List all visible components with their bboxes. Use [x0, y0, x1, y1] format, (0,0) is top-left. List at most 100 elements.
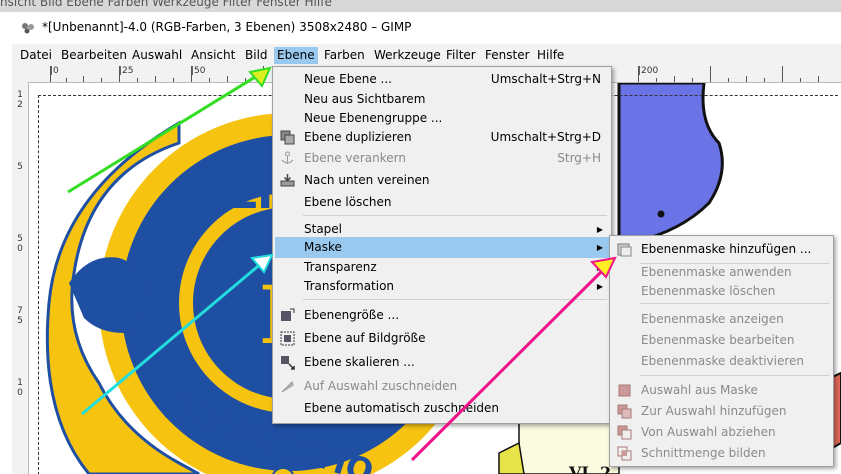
menu-auswahl[interactable]: Auswahl	[129, 47, 185, 64]
menu-item-neu-aus-sichtbarem[interactable]: Neu aus Sichtbarem	[275, 89, 609, 110]
ruler-label: |25	[119, 66, 134, 76]
menu-item-transparenz[interactable]: Transparenz ▶	[275, 257, 609, 278]
menu-item-label: Von Auswahl abziehen	[641, 425, 776, 439]
menu-separator	[303, 299, 607, 300]
menu-item-label: Ebenenmaske deaktivieren	[641, 354, 805, 368]
menu-separator	[640, 303, 829, 304]
menu-separator	[640, 375, 829, 376]
ruler-tick	[764, 78, 765, 82]
menu-item-label: Zur Auswahl hinzufügen	[641, 404, 787, 418]
menu-item-ebenenmaske-hinzufuegen[interactable]: Ebenenmaske hinzufügen ...	[612, 239, 831, 260]
menu-bar: Datei Bearbeiten Auswahl Ansicht Bild Eb…	[12, 44, 841, 66]
ruler-label: 7	[17, 306, 23, 316]
add-to-selection-icon	[617, 404, 632, 419]
map-region-yellow	[498, 441, 525, 474]
menu-item-label: Ebenenmaske hinzufügen ...	[641, 242, 812, 256]
ruler-label: 0	[17, 244, 23, 254]
ruler-tick	[101, 78, 102, 82]
menu-item-label: Transparenz	[304, 260, 377, 274]
vertical-ruler[interactable]: 1 2 5 5 0 7 5 1 0	[12, 82, 29, 474]
ruler-tick	[263, 66, 264, 82]
menu-item-label: Ebenenmaske anzeigen	[641, 312, 784, 326]
menu-item-ebene-verankern[interactable]: Ebene verankern Strg+H	[275, 148, 609, 169]
layer-menu-dropdown: Neue Ebene ... Umschalt+Strg+N Neu aus S…	[272, 66, 612, 424]
menu-item-neue-ebene[interactable]: Neue Ebene ... Umschalt+Strg+N	[275, 69, 609, 90]
ruler-label: 1	[17, 378, 23, 388]
menu-item-label: Neu aus Sichtbarem	[304, 92, 426, 106]
subtract-from-selection-icon	[617, 425, 632, 440]
ruler-tick	[245, 78, 246, 82]
mask-to-selection-icon	[618, 384, 631, 397]
ruler-tick	[119, 66, 120, 82]
menu-item-ebene-loeschen[interactable]: Ebene löschen	[275, 192, 609, 213]
menu-bild[interactable]: Bild	[242, 47, 271, 64]
title-bar: *[Unbenannt]-4.0 (RGB-Farben, 3 Ebenen) …	[12, 12, 841, 44]
menu-item-auswahl-aus-maske[interactable]: Auswahl aus Maske	[612, 380, 831, 401]
layer-to-image-size-icon	[280, 331, 295, 346]
menu-ansicht[interactable]: Ansicht	[188, 47, 238, 64]
menu-hilfe[interactable]: Hilfe	[534, 47, 567, 64]
menu-item-label: Ebene löschen	[304, 195, 392, 209]
menu-item-nach-unten-vereinen[interactable]: Nach unten vereinen	[275, 170, 609, 191]
menu-item-label: Ebene verankern	[304, 151, 406, 165]
menu-item-neue-ebenengruppe[interactable]: Neue Ebenengruppe ...	[275, 108, 609, 129]
menu-item-label: Ebenenmaske bearbeiten	[641, 333, 795, 347]
ruler-tick	[173, 78, 174, 82]
menu-item-ebenenmaske-deaktivieren[interactable]: Ebenenmaske deaktivieren	[612, 351, 831, 372]
menu-separator	[303, 215, 607, 216]
ruler-tick	[209, 78, 210, 82]
duplicate-layer-icon	[280, 130, 295, 145]
anchor-icon	[281, 151, 294, 164]
ruler-tick	[50, 66, 51, 82]
menu-ebene[interactable]: Ebene	[274, 47, 318, 64]
menu-item-ebene-skalieren[interactable]: Ebene skalieren ...	[275, 352, 609, 373]
menu-item-label: Ebene skalieren ...	[304, 355, 415, 369]
add-mask-icon	[617, 243, 632, 257]
ruler-tick	[656, 78, 657, 82]
menu-item-ebene-duplizieren[interactable]: Ebene duplizieren Umschalt+Strg+D	[275, 127, 609, 148]
menu-werkzeuge[interactable]: Werkzeuge	[371, 47, 444, 64]
menu-item-auf-auswahl-zuschneiden[interactable]: Auf Auswahl zuschneiden	[275, 376, 609, 397]
ruler-tick	[83, 76, 84, 82]
ruler-tick	[800, 78, 801, 82]
menu-item-schnittmenge-bilden[interactable]: Schnittmenge bilden	[612, 443, 831, 464]
menu-item-ebenenmaske-anzeigen[interactable]: Ebenenmaske anzeigen	[612, 309, 831, 330]
menu-item-label: Neue Ebene ...	[304, 72, 392, 86]
ruler-label: 5	[17, 316, 23, 326]
ruler-label: 5	[17, 162, 23, 172]
menu-item-ebene-automatisch-zuschneiden[interactable]: Ebene automatisch zuschneiden	[275, 398, 609, 419]
menu-item-transformation[interactable]: Transformation ▶	[275, 276, 609, 297]
menu-item-label: Transformation	[304, 279, 395, 293]
gimp-logo-icon	[22, 23, 34, 34]
menu-item-ebenenmaske-bearbeiten[interactable]: Ebenenmaske bearbeiten	[612, 330, 831, 351]
menu-item-maske[interactable]: Maske ▶	[275, 237, 609, 258]
menu-farben[interactable]: Farben	[321, 47, 368, 64]
submenu-arrow-icon: ▶	[596, 243, 603, 252]
ruler-tick	[818, 76, 819, 82]
ruler-label: 2	[17, 100, 23, 110]
menu-item-label: Ebene duplizieren	[304, 130, 412, 144]
background-window-strip: nsicht Bild Ebene Farben Werkzeuge Filte…	[0, 0, 841, 12]
menu-bearbeiten[interactable]: Bearbeiten	[58, 47, 130, 64]
menu-item-label: Maske	[304, 240, 342, 254]
ruler-tick	[66, 78, 67, 82]
menu-fenster[interactable]: Fenster	[482, 47, 533, 64]
menu-item-label: Auswahl aus Maske	[641, 383, 758, 397]
window-title: *[Unbenannt]-4.0 (RGB-Farben, 3 Ebenen) …	[42, 20, 412, 34]
menu-item-ebene-auf-bildgroesse[interactable]: Ebene auf Bildgröße	[275, 328, 609, 349]
menu-item-ebenengroesse[interactable]: Ebenengröße ...	[275, 305, 609, 326]
menu-item-zur-auswahl-hinzufuegen[interactable]: Zur Auswahl hinzufügen	[612, 401, 831, 422]
ruler-tick	[782, 66, 783, 82]
menu-item-label: Ebenenmaske anwenden	[641, 265, 792, 279]
layer-size-icon	[281, 308, 295, 321]
crop-to-selection-icon	[281, 381, 294, 393]
ruler-label: |200	[638, 66, 659, 76]
menu-item-shortcut: Umschalt+Strg+D	[490, 130, 601, 144]
ruler-tick	[746, 76, 747, 82]
ruler-corner[interactable]	[12, 66, 29, 83]
menu-item-von-auswahl-abziehen[interactable]: Von Auswahl abziehen	[612, 422, 831, 443]
menu-item-ebenenmaske-loeschen[interactable]: Ebenenmaske löschen	[612, 281, 831, 302]
menu-datei[interactable]: Datei	[17, 47, 55, 64]
menu-item-ebenenmaske-anwenden[interactable]: Ebenenmaske anwenden	[612, 262, 831, 283]
menu-filter[interactable]: Filter	[443, 47, 479, 64]
